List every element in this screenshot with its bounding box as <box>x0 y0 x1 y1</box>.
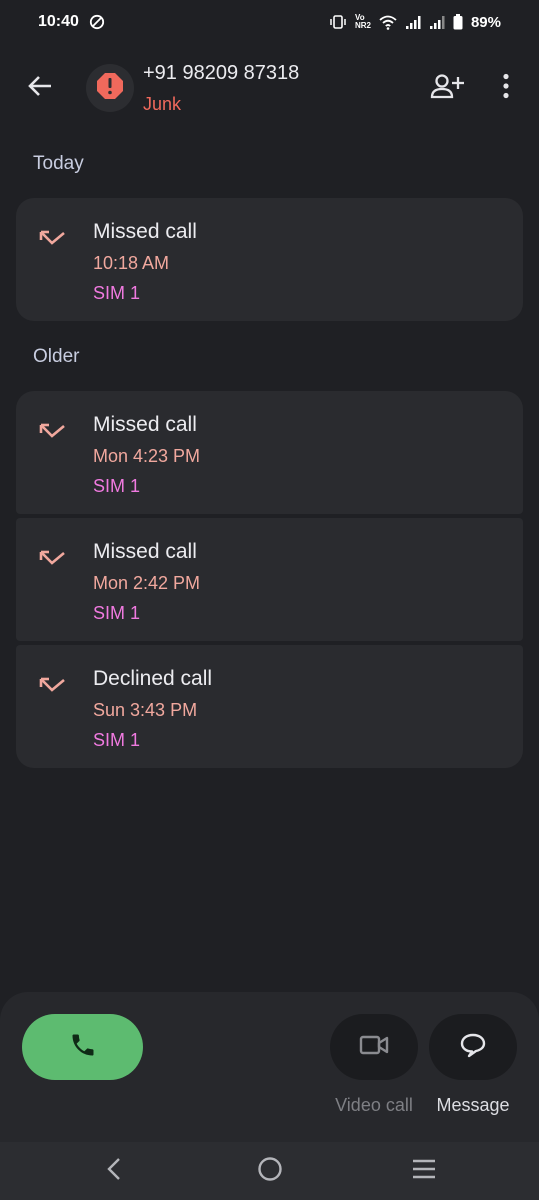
signal-icon-2 <box>429 15 445 30</box>
dnd-icon <box>89 14 105 30</box>
arrow-left-icon <box>27 75 53 102</box>
system-navigation-bar <box>0 1142 539 1200</box>
person-add-icon <box>430 73 464 104</box>
action-bar: Video call Message <box>0 992 539 1142</box>
call-time: 10:18 AM <box>93 253 170 273</box>
call-type: Missed call <box>93 540 197 563</box>
call-sim: SIM 1 <box>93 603 141 623</box>
back-button[interactable] <box>18 66 62 110</box>
battery-percent: 89% <box>470 13 501 31</box>
menu-lines-icon <box>411 1158 437 1185</box>
call-log-item[interactable]: Declined call Sun 3:43 PM SIM 1 <box>16 645 523 768</box>
call-sim: SIM 1 <box>93 476 141 496</box>
call-log-item[interactable]: Missed call Mon 4:23 PM SIM 1 <box>16 391 523 514</box>
call-details-screen: 10:40 Vo NR2 89% +91 98209 87318 Junk To… <box>0 0 539 1200</box>
vibrate-icon <box>329 14 347 30</box>
circle-home-icon <box>257 1156 283 1187</box>
battery-icon <box>453 14 463 30</box>
call-log-item[interactable]: Missed call 10:18 AM SIM 1 <box>16 198 523 321</box>
video-call-label[interactable]: Video call <box>318 1095 430 1116</box>
call-missed-icon <box>38 419 70 447</box>
nav-recents-button[interactable] <box>396 1150 452 1192</box>
more-vert-icon <box>502 73 510 104</box>
status-right: Vo NR2 89% <box>329 14 501 31</box>
video-call-button[interactable] <box>330 1014 418 1080</box>
wifi-icon <box>379 15 397 30</box>
call-declined-icon <box>38 673 70 701</box>
more-options-button[interactable] <box>484 66 528 110</box>
nav-home-button[interactable] <box>242 1150 298 1192</box>
call-time: Sun 3:43 PM <box>93 700 198 720</box>
call-type: Missed call <box>93 413 197 436</box>
status-time: 10:40 <box>38 13 79 30</box>
chevron-left-icon <box>106 1157 122 1186</box>
junk-label: Junk <box>143 94 182 114</box>
call-time: Mon 4:23 PM <box>93 446 201 466</box>
volte-nr-icon: Vo NR2 <box>354 13 371 30</box>
avatar <box>86 64 134 112</box>
phone-icon <box>69 1031 97 1064</box>
call-sim: SIM 1 <box>93 730 141 750</box>
header: +91 98209 87318 Junk <box>0 52 539 124</box>
nav-back-button[interactable] <box>86 1150 142 1192</box>
call-log-item[interactable]: Missed call Mon 2:42 PM SIM 1 <box>16 518 523 641</box>
status-bar: 10:40 Vo NR2 89% <box>0 0 539 44</box>
call-type: Declined call <box>93 667 213 690</box>
message-button[interactable] <box>429 1014 517 1080</box>
add-contact-button[interactable] <box>424 66 470 110</box>
alert-icon <box>96 72 124 105</box>
contact-number: +91 98209 87318 <box>143 62 300 84</box>
videocam-icon <box>359 1034 389 1061</box>
call-time: Mon 2:42 PM <box>93 573 201 593</box>
call-missed-icon <box>38 546 70 574</box>
message-label[interactable]: Message <box>420 1095 526 1116</box>
chat-bubble-icon <box>459 1032 487 1063</box>
section-older: Older <box>33 346 80 367</box>
signal-icon-1 <box>405 15 421 30</box>
call-sim: SIM 1 <box>93 283 141 303</box>
call-button[interactable] <box>22 1014 143 1080</box>
section-today: Today <box>33 153 84 174</box>
status-left: 10:40 <box>38 13 105 31</box>
call-missed-icon <box>38 226 70 254</box>
call-type: Missed call <box>93 220 197 243</box>
